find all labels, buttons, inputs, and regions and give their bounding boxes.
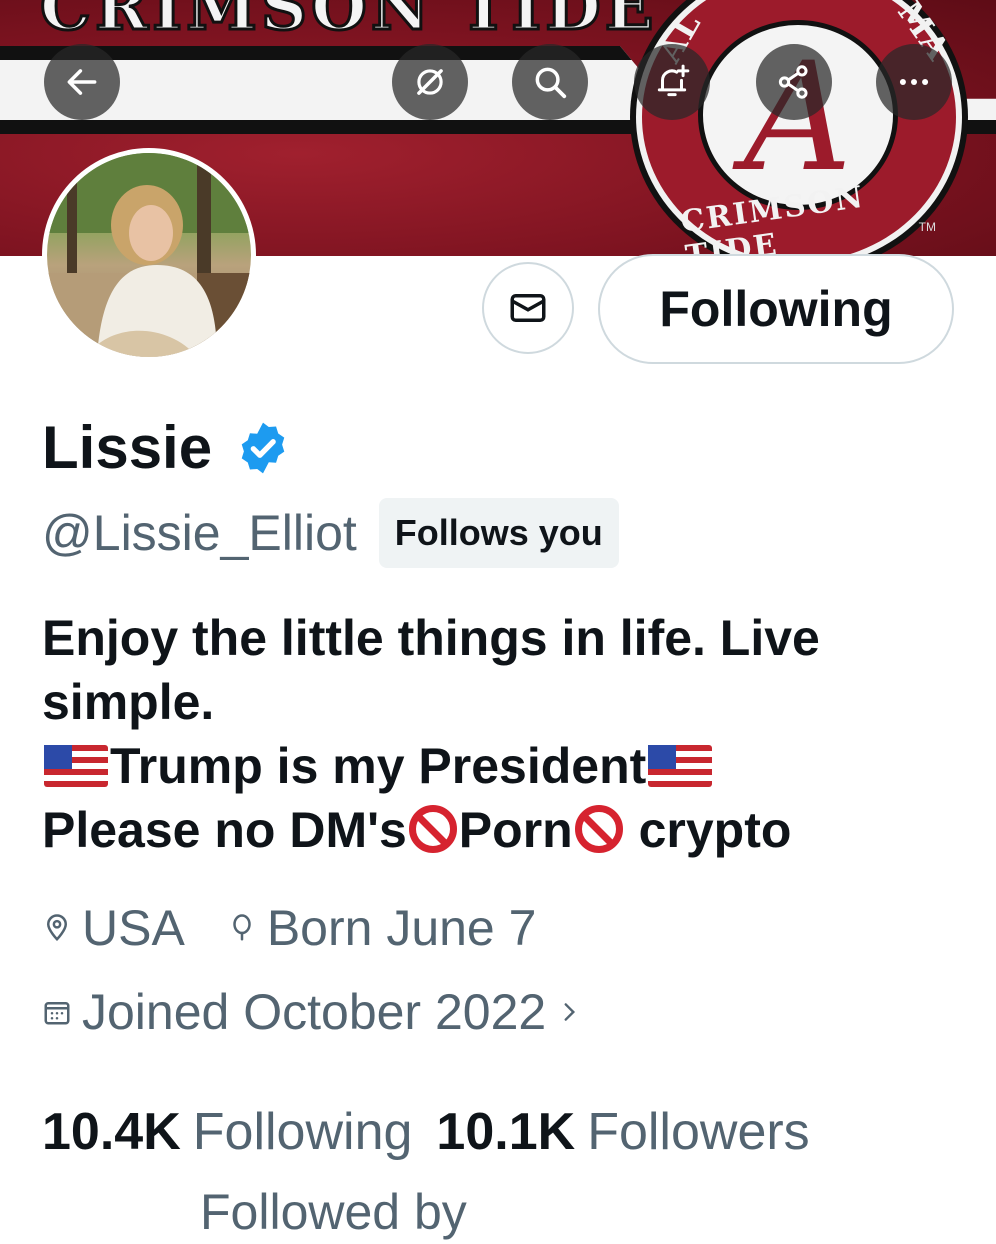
bio-line-3-text: Trump is my President xyxy=(110,738,647,794)
message-button[interactable] xyxy=(482,262,574,354)
envelope-icon xyxy=(510,294,546,322)
prohibited-icon xyxy=(408,805,457,853)
following-count[interactable]: 10.4K xyxy=(42,1100,181,1164)
birthday-item: Born June 7 xyxy=(227,896,537,960)
trademark: TM xyxy=(918,220,936,234)
bio-line-4: Please no DM's Porn crypto xyxy=(42,798,942,862)
alabama-seal: AL MA A CRIMSON TIDE xyxy=(636,0,962,256)
display-name: Lissie xyxy=(42,414,213,481)
verified-badge-icon[interactable] xyxy=(234,419,292,477)
search-button[interactable] xyxy=(512,44,588,120)
search-icon xyxy=(535,67,567,99)
location-pin-icon xyxy=(46,914,68,942)
follows-you-badge: Follows you xyxy=(378,498,619,568)
bio-line-3: Trump is my President xyxy=(42,734,942,798)
grok-button[interactable] xyxy=(392,44,468,120)
us-flag-icon xyxy=(648,745,713,787)
balloon-icon xyxy=(233,914,251,941)
bio-line-2: simple. xyxy=(42,674,215,730)
followed-by[interactable]: Followed by xyxy=(200,1180,467,1244)
follow-stats: 10.4K Following 10.1K Followers xyxy=(42,1100,834,1164)
banner-wordmark: CRIMSON TIDE xyxy=(39,0,658,47)
handle: @Lissie_Elliot xyxy=(42,505,357,561)
handle-row: @Lissie_Elliot Follows you xyxy=(42,498,619,568)
followers-label[interactable]: Followers xyxy=(587,1100,810,1164)
birthday: Born June 7 xyxy=(266,900,537,956)
joined-date: Joined October 2022 xyxy=(82,984,547,1040)
following-button[interactable]: Following xyxy=(598,254,954,364)
us-flag-icon xyxy=(44,745,108,787)
location-item: USA xyxy=(42,896,185,960)
share-icon xyxy=(778,65,808,99)
following-label[interactable]: Following xyxy=(193,1100,413,1164)
arrow-left-icon xyxy=(67,69,97,95)
bio: Enjoy the little things in life. Live si… xyxy=(42,606,942,862)
notify-button[interactable] xyxy=(634,44,710,120)
more-button[interactable] xyxy=(876,44,952,120)
back-button[interactable] xyxy=(44,44,120,120)
calendar-icon xyxy=(44,1002,70,1025)
prohibited-icon xyxy=(574,805,623,853)
avatar[interactable] xyxy=(42,148,256,362)
name-row: Lissie xyxy=(42,412,292,484)
chevron-right-icon xyxy=(564,1003,576,1021)
location: USA xyxy=(82,900,185,956)
share-button[interactable] xyxy=(756,44,832,120)
followers-count[interactable]: 10.1K xyxy=(436,1100,575,1164)
avatar-photo xyxy=(47,153,251,357)
bio-line-4-b: Porn xyxy=(458,802,573,858)
bio-line-4-c: crypto xyxy=(624,802,792,858)
more-icon xyxy=(899,78,929,86)
bio-line-1: Enjoy the little things in life. Live xyxy=(42,610,820,666)
joined-item[interactable]: Joined October 2022 xyxy=(42,980,592,1044)
bell-plus-icon xyxy=(657,64,690,97)
bio-line-4-a: Please no DM's xyxy=(42,802,407,858)
grok-icon xyxy=(417,69,443,95)
meta-row-2[interactable]: Joined October 2022 xyxy=(42,980,634,1044)
meta-row-1: USA Born June 7 xyxy=(42,896,578,960)
